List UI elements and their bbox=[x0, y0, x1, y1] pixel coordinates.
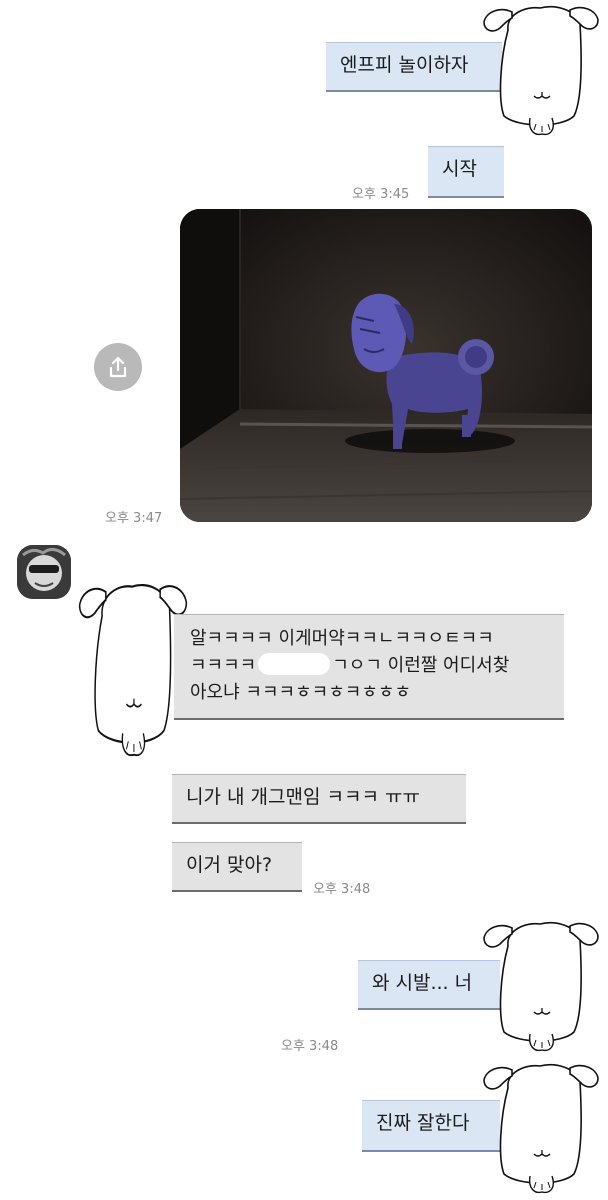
avatar[interactable] bbox=[17, 545, 71, 599]
message-text: 니가 내 개그맨임 ㅋㅋㅋ ㅠㅠ bbox=[186, 786, 420, 808]
message-bubble-incoming[interactable]: 알ㅋㅋㅋㅋ 이게머약ㅋㅋㄴㅋㅋㅇㅌㅋㅋ ㅋㅋㅋㅋ ㄱㅇㄱ 이런짤 어디서찾 아오냐… bbox=[174, 614, 564, 720]
message-line: 아오냐 ㅋㅋㅋㅎㅋㅎㅋㅎㅎㅎ bbox=[190, 682, 412, 703]
message-text: 와 시발... 너 bbox=[372, 972, 473, 994]
message-bubble-outgoing[interactable]: 시작 bbox=[428, 146, 504, 198]
message-bubble-incoming[interactable]: 니가 내 개그맨임 ㅋㅋㅋ ㅠㅠ bbox=[172, 774, 466, 824]
message-bubble-incoming[interactable]: 이거 맞아? bbox=[172, 842, 302, 892]
share-icon bbox=[109, 356, 127, 378]
timestamp: 오후 3:48 bbox=[281, 1039, 339, 1054]
timestamp: 오후 3:48 bbox=[313, 882, 371, 897]
avatar-image bbox=[17, 545, 71, 599]
dark-room-dog-image bbox=[180, 209, 592, 522]
share-button[interactable] bbox=[94, 343, 142, 391]
message-line: ㅋㅋㅋㅋ ㄱㅇㄱ 이런짤 어디서찾 bbox=[190, 652, 548, 679]
timestamp: 오후 3:45 bbox=[352, 187, 410, 202]
message-text: 엔프피 놀이하자 bbox=[340, 54, 469, 76]
message-text: ㄱㅇㄱ 이런짤 어디서찾 bbox=[332, 655, 510, 676]
message-text: 이거 맞아? bbox=[186, 854, 273, 876]
message-text: ㅋㅋㅋㅋ bbox=[190, 655, 257, 676]
timestamp: 오후 3:47 bbox=[105, 511, 163, 526]
dog-doodle-icon bbox=[483, 921, 599, 1052]
media-image-message[interactable] bbox=[180, 209, 592, 522]
dog-doodle-icon bbox=[483, 5, 599, 136]
message-text: 시작 bbox=[442, 158, 477, 180]
message-text: 진짜 잘한다 bbox=[376, 1112, 470, 1134]
message-line: 알ㅋㅋㅋㅋ 이게머약ㅋㅋㄴㅋㅋㅇㅌㅋㅋ bbox=[190, 628, 494, 649]
dog-doodle-icon bbox=[483, 1063, 599, 1194]
redaction-mark bbox=[258, 653, 331, 675]
